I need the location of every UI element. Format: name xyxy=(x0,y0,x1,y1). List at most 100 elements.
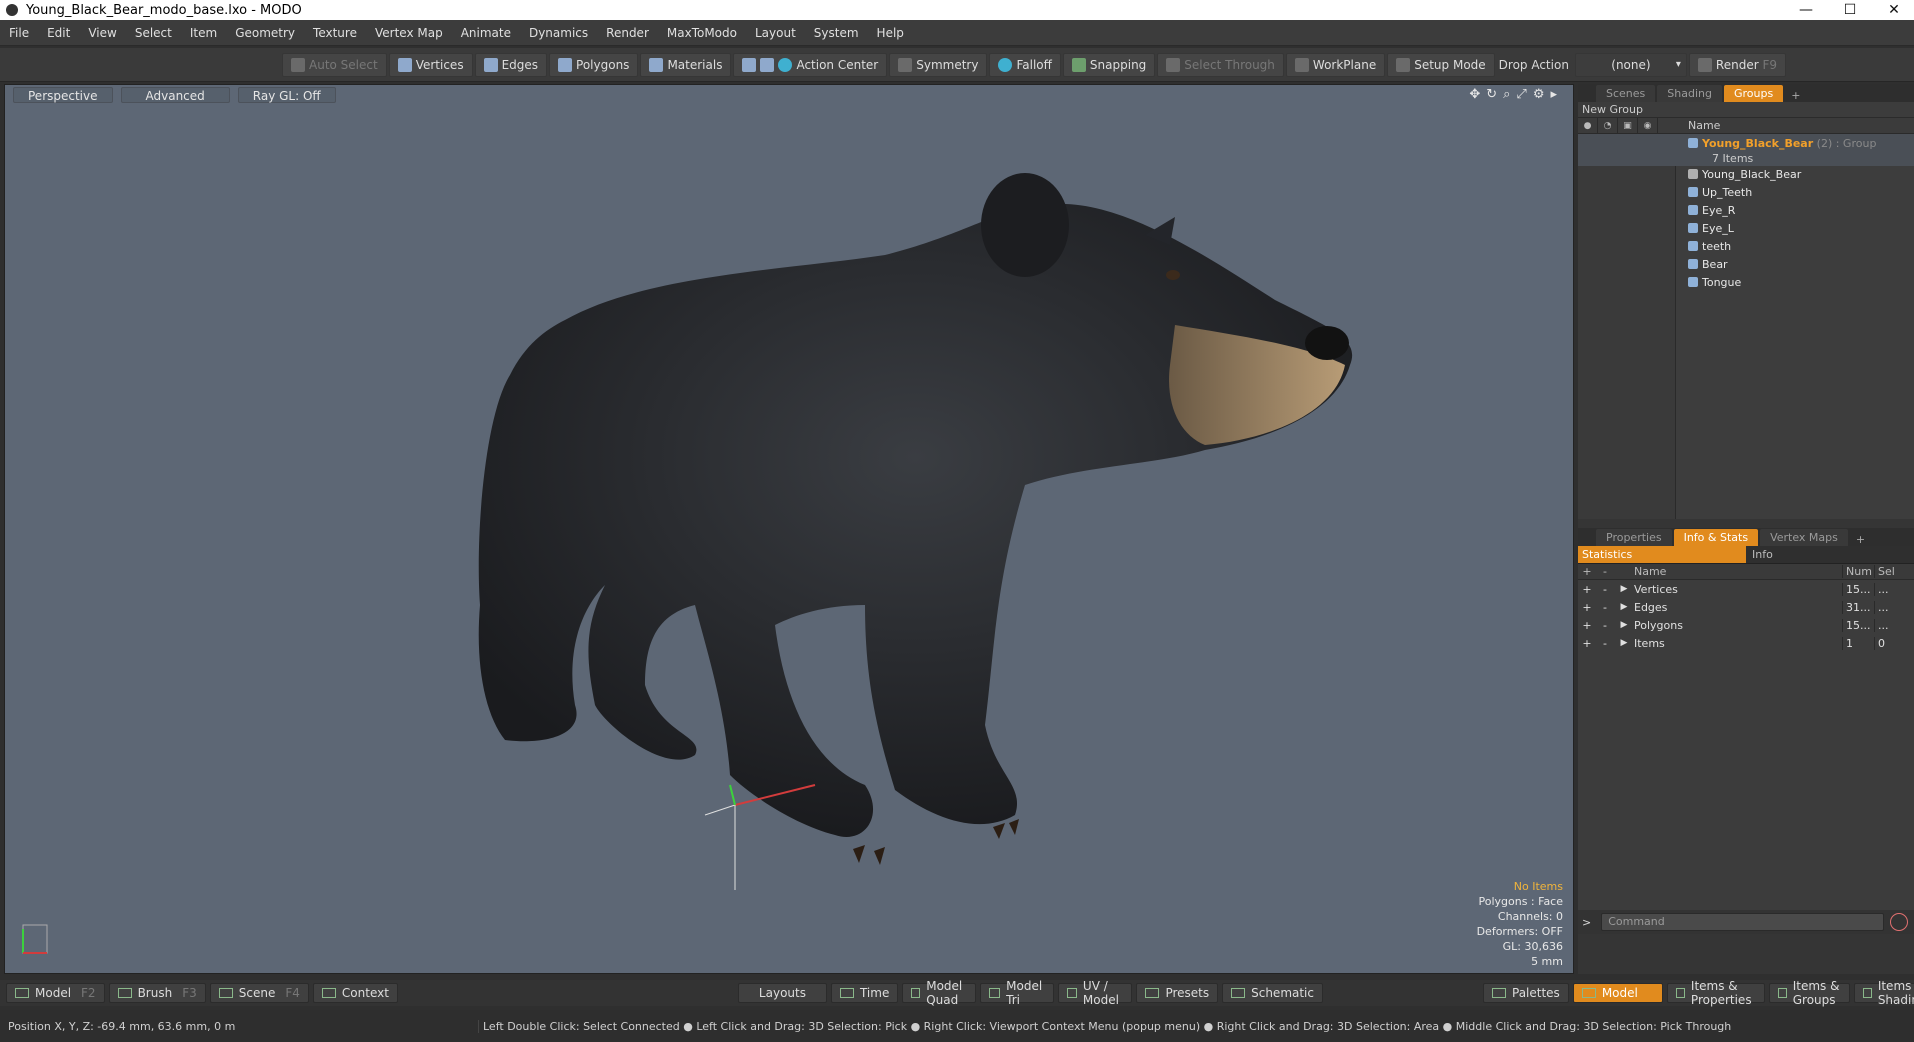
list-item[interactable]: Eye_L xyxy=(1578,220,1914,238)
list-item[interactable]: Bear xyxy=(1578,256,1914,274)
menu-layout[interactable]: Layout xyxy=(746,26,805,40)
group-icon xyxy=(1688,138,1698,148)
setup-mode-button[interactable]: Setup Mode xyxy=(1387,52,1495,77)
zoom-icon[interactable]: ⌕ xyxy=(1503,87,1510,102)
tab-advanced[interactable]: Advanced xyxy=(120,87,230,103)
maximize-button[interactable]: ☐ xyxy=(1830,0,1870,20)
viewport-info-overlay: No Items Polygons : Face Channels: 0 Def… xyxy=(1476,880,1563,968)
pan-icon[interactable]: ✥ xyxy=(1469,87,1480,102)
action-center-button[interactable]: Action Center xyxy=(733,52,888,77)
menu-view[interactable]: View xyxy=(79,26,125,40)
falloff-button[interactable]: Falloff xyxy=(989,52,1061,77)
visibility-icon[interactable]: ● xyxy=(1578,118,1598,133)
presets-button[interactable]: Presets xyxy=(1136,983,1219,1003)
rotate-icon[interactable]: ↻ xyxy=(1486,87,1497,102)
auto-select-button[interactable]: Auto Select xyxy=(282,52,387,77)
minimize-button[interactable]: — xyxy=(1786,0,1826,20)
table-row[interactable]: + - ▶ Items 1 0 xyxy=(1578,634,1914,652)
collapse-all-icon[interactable]: - xyxy=(1596,565,1614,578)
menu-render[interactable]: Render xyxy=(597,26,658,40)
3d-viewport[interactable]: Perspective Advanced Ray GL: Off ✥ ↻ ⌕ ⤢… xyxy=(4,84,1574,974)
table-row[interactable]: + - ▶ Edges 31...... xyxy=(1578,598,1914,616)
menu-texture[interactable]: Texture xyxy=(304,26,366,40)
pivot-icon xyxy=(760,57,775,72)
list-item[interactable]: Young_Black_Bear xyxy=(1578,166,1914,184)
menu-dynamics[interactable]: Dynamics xyxy=(520,26,597,40)
tab-statistics[interactable]: Statistics xyxy=(1578,546,1746,563)
tab-scenes[interactable]: Scenes xyxy=(1596,85,1656,102)
list-item[interactable]: Up_Teeth xyxy=(1578,184,1914,202)
items-groups-button[interactable]: Items & Groups xyxy=(1769,979,1851,1007)
context-icon xyxy=(321,988,336,998)
close-button[interactable]: ✕ xyxy=(1874,0,1914,20)
render-toggle-icon[interactable]: ◔ xyxy=(1598,118,1618,133)
render-button[interactable]: Render F9 xyxy=(1688,52,1787,77)
lock-icon[interactable]: ▣ xyxy=(1618,118,1638,133)
uv-model-button[interactable]: UV / Model xyxy=(1058,979,1133,1007)
items-shading-button[interactable]: Items & Shading xyxy=(1854,979,1914,1007)
tab-info-stats[interactable]: Info & Stats xyxy=(1673,529,1759,546)
menu-item[interactable]: Item xyxy=(181,26,226,40)
mode-scene-button[interactable]: Scene F4 xyxy=(209,983,309,1003)
model-tri-button[interactable]: Model Tri xyxy=(980,979,1055,1007)
table-row[interactable]: + - ▶ Polygons 15...... xyxy=(1578,616,1914,634)
materials-button[interactable]: Materials xyxy=(640,52,732,77)
command-row: > Command xyxy=(1578,910,1914,934)
polygons-button[interactable]: Polygons xyxy=(549,52,639,77)
edges-button[interactable]: Edges xyxy=(474,52,548,77)
tab-vertex-maps[interactable]: Vertex Maps xyxy=(1760,529,1848,546)
command-history-icon[interactable] xyxy=(1890,913,1908,931)
menu-system[interactable]: System xyxy=(805,26,868,40)
select-toggle-icon[interactable]: ◉ xyxy=(1638,118,1658,133)
new-group-button[interactable]: New Group xyxy=(1578,102,1914,118)
model-quad-button[interactable]: Model Quad xyxy=(902,979,977,1007)
expand-all-icon[interactable]: + xyxy=(1578,565,1596,578)
add-tab-icon[interactable]: + xyxy=(1785,89,1806,102)
mode-brush-button[interactable]: Brush F3 xyxy=(108,983,206,1003)
command-input[interactable]: Command xyxy=(1601,913,1884,931)
tab-shading[interactable]: Shading xyxy=(1657,85,1722,102)
tab-perspective[interactable]: Perspective xyxy=(13,87,113,103)
mode-model-button[interactable]: Model F2 xyxy=(6,983,105,1003)
workplane-button[interactable]: WorkPlane xyxy=(1285,52,1386,77)
table-row[interactable]: + - ▶ Vertices 15...... xyxy=(1578,580,1914,598)
tab-properties[interactable]: Properties xyxy=(1596,529,1672,546)
layout-model-button[interactable]: Model xyxy=(1572,983,1663,1003)
list-item[interactable]: Eye_R xyxy=(1578,202,1914,220)
palettes-button[interactable]: Palettes xyxy=(1483,983,1569,1003)
mesh-icon xyxy=(1688,241,1698,251)
menu-select[interactable]: Select xyxy=(126,26,181,40)
list-item[interactable]: teeth xyxy=(1578,238,1914,256)
column-num: Num xyxy=(1842,565,1874,578)
items-properties-button[interactable]: Items & Properties xyxy=(1666,979,1766,1007)
menu-edit[interactable]: Edit xyxy=(38,26,79,40)
menu-vertex-map[interactable]: Vertex Map xyxy=(366,26,452,40)
symmetry-button[interactable]: Symmetry xyxy=(889,52,988,77)
tab-ray-gl[interactable]: Ray GL: Off xyxy=(237,87,336,103)
menu-geometry[interactable]: Geometry xyxy=(226,26,304,40)
group-row-selected[interactable]: Young_Black_Bear (2) : Group 7 Items xyxy=(1578,134,1914,166)
uv-icon xyxy=(1067,988,1077,998)
select-through-button[interactable]: Select Through xyxy=(1157,52,1284,77)
menu-animate[interactable]: Animate xyxy=(452,26,520,40)
snapping-button[interactable]: Snapping xyxy=(1062,52,1156,77)
add-tab-icon[interactable]: + xyxy=(1850,533,1871,546)
schematic-button[interactable]: Schematic xyxy=(1222,983,1323,1003)
time-button[interactable]: Time xyxy=(830,983,899,1003)
mode-context-button[interactable]: Context xyxy=(312,983,398,1003)
vertices-button[interactable]: Vertices xyxy=(388,52,473,77)
edges-icon xyxy=(483,57,498,72)
tab-groups[interactable]: Groups xyxy=(1723,85,1784,102)
gear-icon[interactable]: ⚙ xyxy=(1533,87,1545,102)
drop-action-dropdown[interactable]: (none) xyxy=(1574,52,1687,77)
falloff-icon xyxy=(998,57,1013,72)
menu-help[interactable]: Help xyxy=(868,26,913,40)
menu-file[interactable]: File xyxy=(0,26,38,40)
maximize-viewport-icon[interactable]: ⤢ xyxy=(1516,87,1526,102)
snapping-icon xyxy=(1071,57,1086,72)
tab-info[interactable]: Info xyxy=(1746,546,1773,563)
list-item[interactable]: Tongue xyxy=(1578,274,1914,292)
chevron-right-icon[interactable]: ▸ xyxy=(1550,87,1557,102)
layouts-button[interactable]: Layouts xyxy=(737,983,827,1003)
menu-maxtomodo[interactable]: MaxToModo xyxy=(658,26,746,40)
